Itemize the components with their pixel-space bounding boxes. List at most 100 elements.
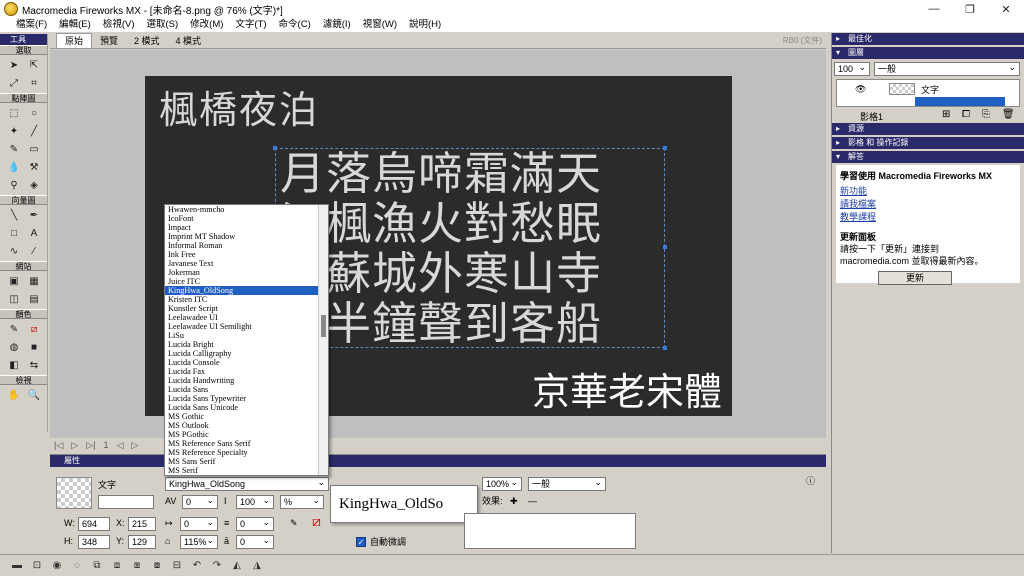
eyedropper-icon[interactable]: ⚲ bbox=[5, 177, 23, 193]
object-name-field[interactable] bbox=[98, 495, 154, 509]
pointer-tool-icon[interactable]: ➤ bbox=[5, 57, 23, 73]
menu-help[interactable]: 說明(H) bbox=[403, 18, 447, 32]
menu-file[interactable]: 檔案(F) bbox=[10, 18, 53, 32]
font-option[interactable]: MS Gothic bbox=[165, 412, 328, 421]
subselect-tool-icon[interactable]: ⇱ bbox=[25, 57, 43, 73]
first-frame-icon[interactable]: |◁ bbox=[54, 440, 63, 451]
auto-kern-checkbox[interactable]: ✓ bbox=[356, 537, 366, 547]
knife-tool-icon[interactable]: ⁄ bbox=[25, 243, 43, 259]
indent-select[interactable]: 0 bbox=[180, 516, 218, 531]
poem-text-block[interactable]: 月落烏啼霜滿天 江楓漁火對愁眠 姑蘇城外寒山寺 夜半鐘聲到客船 bbox=[273, 146, 667, 350]
group-icon[interactable]: ⧉ bbox=[88, 558, 106, 574]
no-color-icon[interactable]: ⧄ bbox=[25, 321, 43, 337]
flip-horizontal-icon[interactable]: ◭ bbox=[228, 558, 246, 574]
font-option[interactable]: Lucida Fax bbox=[165, 367, 328, 376]
x-field[interactable]: 215 bbox=[128, 517, 156, 531]
font-option[interactable]: MS Sans Serif bbox=[165, 457, 328, 466]
ungroup-icon[interactable]: ⧈ bbox=[108, 558, 126, 574]
scrollbar-thumb[interactable] bbox=[321, 315, 326, 337]
selected-layer-highlight[interactable] bbox=[915, 97, 1005, 106]
rotate-right-icon[interactable]: ↷ bbox=[208, 558, 226, 574]
brush-tool-icon[interactable]: ╱ bbox=[25, 123, 43, 139]
leading-unit-select[interactable]: % bbox=[280, 494, 324, 509]
no-stroke-icon[interactable]: ⧄ bbox=[312, 514, 321, 528]
save-icon[interactable]: ◉ bbox=[48, 558, 66, 574]
answers-panel-header[interactable]: 解答 bbox=[832, 151, 1024, 163]
minimize-icon[interactable]: — bbox=[916, 0, 952, 18]
rubber-stamp-icon[interactable]: ⚒ bbox=[25, 159, 43, 175]
close-icon[interactable]: ✕ bbox=[988, 0, 1024, 18]
new-layer-icon[interactable]: ⊞ bbox=[942, 109, 950, 120]
baseline-select[interactable]: 0 bbox=[236, 534, 274, 549]
add-effect-icon[interactable]: ✚ bbox=[510, 495, 518, 507]
font-option[interactable]: Informal Roman bbox=[165, 241, 328, 250]
fill-swatch-icon[interactable]: ■ bbox=[25, 339, 43, 355]
font-option[interactable]: Lucida Bright bbox=[165, 340, 328, 349]
stroke-icon[interactable]: ✎ bbox=[290, 517, 298, 529]
play-icon[interactable]: ▷ bbox=[71, 440, 78, 451]
height-field[interactable]: 348 bbox=[78, 535, 110, 549]
freeform-tool-icon[interactable]: ∿ bbox=[5, 243, 23, 259]
font-option[interactable]: Leelawadee UI Semilight bbox=[165, 322, 328, 331]
font-option[interactable]: Lucida Sans bbox=[165, 385, 328, 394]
font-option[interactable]: MS PGothic bbox=[165, 430, 328, 439]
help-icon[interactable]: ⓘ bbox=[806, 475, 815, 487]
opacity-select[interactable]: 100% bbox=[482, 476, 522, 491]
layer-opacity-select[interactable]: 100 bbox=[834, 61, 870, 76]
blur-tool-icon[interactable]: 💧 bbox=[5, 159, 23, 175]
font-option[interactable]: MS Outlook bbox=[165, 421, 328, 430]
resize-handle[interactable] bbox=[663, 245, 667, 249]
duplicate-layer-icon[interactable]: ⎘ bbox=[982, 109, 990, 120]
history-panel-header[interactable]: 影格 和 操作記錄 bbox=[832, 137, 1024, 149]
prev-frame-icon[interactable]: ◁ bbox=[116, 440, 123, 451]
tab-4-up[interactable]: 4 模式 bbox=[168, 34, 210, 48]
font-option[interactable]: Jokerman bbox=[165, 268, 328, 277]
resize-handle[interactable] bbox=[663, 146, 667, 150]
font-list-scrollbar[interactable] bbox=[318, 205, 328, 475]
delete-layer-icon[interactable]: 🗑 bbox=[1002, 109, 1015, 120]
font-option[interactable]: MS Reference Sans Serif bbox=[165, 439, 328, 448]
update-button[interactable]: 更新 bbox=[878, 271, 952, 285]
font-option[interactable]: Kristen ITC bbox=[165, 295, 328, 304]
text-tool-icon[interactable]: A bbox=[25, 225, 43, 241]
menu-view[interactable]: 檢視(V) bbox=[97, 18, 141, 32]
tab-2-up[interactable]: 2 模式 bbox=[126, 34, 168, 48]
default-colors-icon[interactable]: ◧ bbox=[5, 357, 23, 373]
hotspot-tool-icon[interactable]: ▣ bbox=[5, 273, 23, 289]
menu-commands[interactable]: 命令(C) bbox=[273, 18, 317, 32]
hand-tool-icon[interactable]: ✋ bbox=[5, 387, 23, 403]
stroke-color-icon[interactable]: ✎ bbox=[5, 321, 23, 337]
align-icon[interactable]: ⊟ bbox=[168, 558, 186, 574]
paint-bucket-icon[interactable]: ◈ bbox=[25, 177, 43, 193]
layers-panel-header[interactable]: 圖層 bbox=[832, 47, 1024, 59]
resize-handle[interactable] bbox=[663, 346, 667, 350]
optimize-panel-header[interactable]: 最佳化 bbox=[832, 33, 1024, 45]
show-slices-icon[interactable]: ▤ bbox=[25, 291, 43, 307]
font-option[interactable]: Juice ITC bbox=[165, 277, 328, 286]
pencil-tool-icon[interactable]: ✎ bbox=[5, 141, 23, 157]
crop-tool-icon[interactable]: ⌗ bbox=[25, 75, 43, 91]
rotate-left-icon[interactable]: ↶ bbox=[188, 558, 206, 574]
last-frame-icon[interactable]: ▷| bbox=[86, 440, 95, 451]
marquee-tool-icon[interactable]: ⬚ bbox=[5, 105, 23, 121]
font-name-label[interactable]: 京華老宋體 bbox=[532, 370, 722, 414]
font-option[interactable]: Impact bbox=[165, 223, 328, 232]
link-whats-new[interactable]: 新功能 bbox=[840, 185, 1016, 198]
resize-handle[interactable] bbox=[273, 146, 277, 150]
font-option[interactable]: Lucida Calligraphy bbox=[165, 349, 328, 358]
font-option[interactable]: Lucida Sans Unicode bbox=[165, 403, 328, 412]
link-readme[interactable]: 讀我檔案 bbox=[840, 198, 1016, 211]
menu-select[interactable]: 選取(S) bbox=[140, 18, 184, 32]
font-option[interactable]: MS Reference Specialty bbox=[165, 448, 328, 457]
line-tool-icon[interactable]: ╲ bbox=[5, 207, 23, 223]
new-icon[interactable]: ▬ bbox=[8, 558, 26, 574]
eraser-tool-icon[interactable]: ▭ bbox=[25, 141, 43, 157]
horizontal-scale-select[interactable]: 115% bbox=[180, 534, 218, 549]
layer-blend-select[interactable]: 一般 bbox=[874, 61, 1020, 76]
open-icon[interactable]: ⊡ bbox=[28, 558, 46, 574]
tab-preview[interactable]: 預覽 bbox=[92, 34, 126, 48]
next-frame-icon[interactable]: ▷ bbox=[131, 440, 138, 451]
menu-text[interactable]: 文字(T) bbox=[229, 18, 272, 32]
font-option[interactable]: IcoFont bbox=[165, 214, 328, 223]
font-option[interactable]: Lucida Sans Typewriter bbox=[165, 394, 328, 403]
